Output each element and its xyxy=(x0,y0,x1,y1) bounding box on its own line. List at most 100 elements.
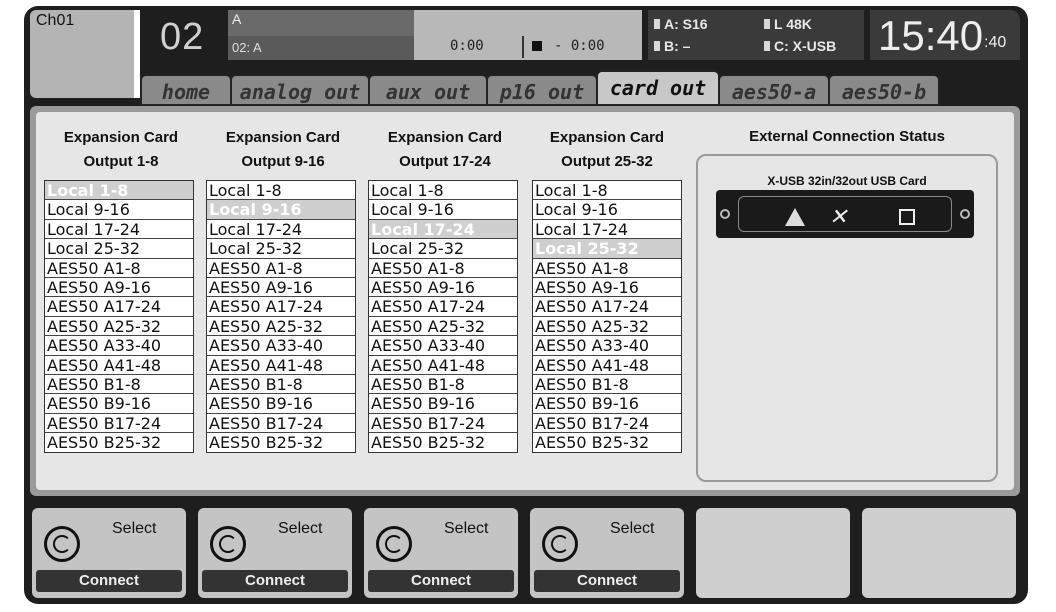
list-item[interactable]: AES50 A41-48 xyxy=(207,356,355,375)
list-item[interactable]: Local 25-32 xyxy=(45,239,193,259)
screw-icon xyxy=(720,209,730,219)
list-item[interactable]: AES50 A33-40 xyxy=(207,336,355,356)
list-item[interactable]: AES50 B9-16 xyxy=(369,394,517,414)
list-item[interactable]: Local 9-16 xyxy=(207,200,355,220)
channel-name-full: 02: A xyxy=(228,36,414,60)
list-item[interactable]: Local 9-16 xyxy=(45,200,193,220)
list-item[interactable]: AES50 B25-32 xyxy=(369,433,517,452)
column-header: Expansion Card Output 25-32 xyxy=(549,129,665,170)
rotary-encoder-icon xyxy=(210,526,246,562)
list-item[interactable]: AES50 A1-8 xyxy=(45,259,193,278)
list-item[interactable]: Local 25-32 xyxy=(369,239,517,259)
list-item[interactable]: Local 25-32 xyxy=(533,239,681,259)
elapsed-time: 0:00 xyxy=(450,38,484,54)
status-c: C: X-USB xyxy=(764,38,836,54)
list-item[interactable]: Local 17-24 xyxy=(369,219,517,240)
list-item[interactable]: AES50 B17-24 xyxy=(45,414,193,434)
list-item[interactable]: AES50 B25-32 xyxy=(207,433,355,452)
select-label: Select xyxy=(278,520,323,537)
list-item[interactable]: AES50 A1-8 xyxy=(533,259,681,278)
encoder-button-4[interactable]: Select Connect xyxy=(530,508,684,598)
list-item[interactable]: AES50 A9-16 xyxy=(207,278,355,298)
screw-icon xyxy=(960,209,970,219)
list-item[interactable]: AES50 A33-40 xyxy=(533,336,681,356)
list-item[interactable]: Local 9-16 xyxy=(369,200,517,220)
channel-name: A xyxy=(228,10,414,36)
list-item[interactable]: Local 17-24 xyxy=(533,220,681,240)
list-item[interactable]: AES50 A1-8 xyxy=(369,259,517,278)
output-list-1-8[interactable]: Local 1-8 Local 9-16 Local 17-24 Local 25-3… xyxy=(44,180,194,454)
list-item[interactable]: AES50 A33-40 xyxy=(369,336,517,356)
list-item[interactable]: AES50 B9-16 xyxy=(207,394,355,414)
tab-aes50-a[interactable]: aes50-a xyxy=(718,74,830,106)
card-name: X-USB 32in/32out USB Card xyxy=(767,174,927,188)
list-item[interactable]: AES50 B17-24 xyxy=(207,414,355,434)
list-item[interactable]: AES50 A25-32 xyxy=(207,317,355,337)
list-item[interactable]: Local 17-24 xyxy=(45,220,193,240)
list-item[interactable]: AES50 B1-8 xyxy=(45,375,193,395)
list-item[interactable]: AES50 A33-40 xyxy=(45,336,193,356)
tab-analog-out[interactable]: analog out xyxy=(230,74,370,106)
list-item[interactable]: AES50 A17-24 xyxy=(45,297,193,317)
transport-divider xyxy=(522,36,524,58)
list-item[interactable]: AES50 A1-8 xyxy=(207,259,355,278)
status-b: B: – xyxy=(654,38,690,54)
list-item[interactable]: AES50 A41-48 xyxy=(45,356,193,375)
output-list-9-16[interactable]: Local 1-8 Local 9-16 Local 17-24 Local 25-3… xyxy=(206,180,356,454)
list-item[interactable]: Local 25-32 xyxy=(207,239,355,259)
list-item[interactable]: AES50 B25-32 xyxy=(533,433,681,452)
transport-display: 0:00 - 0:00 xyxy=(414,10,642,60)
channel-box[interactable]: Ch01 xyxy=(30,10,134,98)
list-item[interactable]: AES50 B9-16 xyxy=(45,394,193,414)
column-header: Expansion Card Output 17-24 xyxy=(387,129,503,170)
output-list-17-24[interactable]: Local 1-8 Local 9-16 Local 17-24 Local 25-3… xyxy=(368,180,518,454)
list-item[interactable]: AES50 A25-32 xyxy=(369,317,517,337)
encoder-button-1[interactable]: Select Connect xyxy=(32,508,186,598)
list-item[interactable]: Local 1-8 xyxy=(45,181,193,201)
tab-aes50-b[interactable]: aes50-b xyxy=(828,74,940,106)
list-item[interactable]: AES50 A17-24 xyxy=(533,297,681,317)
list-item[interactable]: AES50 B1-8 xyxy=(533,375,681,395)
list-item[interactable]: AES50 A25-32 xyxy=(45,317,193,337)
list-item[interactable]: Local 1-8 xyxy=(207,181,355,201)
connect-button[interactable]: Connect xyxy=(36,570,182,592)
list-item[interactable]: Local 17-24 xyxy=(207,220,355,240)
tab-card-out[interactable]: card out xyxy=(596,70,720,106)
list-item[interactable]: AES50 A25-32 xyxy=(533,317,681,337)
list-item[interactable]: AES50 B9-16 xyxy=(533,394,681,414)
rotary-encoder-icon xyxy=(376,526,412,562)
encoder-button-5[interactable] xyxy=(696,508,850,598)
list-item[interactable]: AES50 B17-24 xyxy=(533,414,681,434)
list-item[interactable]: AES50 A41-48 xyxy=(369,356,517,375)
tab-home[interactable]: home xyxy=(140,74,232,106)
connect-button[interactable]: Connect xyxy=(202,570,348,592)
list-item[interactable]: AES50 A9-16 xyxy=(369,278,517,298)
connect-button[interactable]: Connect xyxy=(534,570,680,592)
indicator-icon xyxy=(654,19,660,29)
connect-button[interactable]: Connect xyxy=(368,570,514,592)
list-item[interactable]: Local 1-8 xyxy=(369,181,517,201)
list-item[interactable]: AES50 A41-48 xyxy=(533,356,681,375)
clock-seconds: :40 xyxy=(984,34,1007,51)
tab-aux-out[interactable]: aux out xyxy=(368,74,488,106)
clock: 15:40 :40 xyxy=(870,10,1020,60)
list-item[interactable]: AES50 A9-16 xyxy=(45,278,193,298)
rotary-encoder-icon xyxy=(44,526,80,562)
select-label: Select xyxy=(112,520,157,537)
list-item[interactable]: AES50 B1-8 xyxy=(207,375,355,395)
list-item[interactable]: Local 1-8 xyxy=(533,181,681,201)
encoder-button-6[interactable] xyxy=(862,508,1016,598)
list-item[interactable]: Local 9-16 xyxy=(533,200,681,220)
column-header: Expansion Card Output 9-16 xyxy=(225,129,341,170)
list-item[interactable]: AES50 A17-24 xyxy=(207,297,355,317)
output-list-25-32[interactable]: Local 1-8 Local 9-16 Local 17-24 Local 25-3… xyxy=(532,180,682,454)
column-header: Expansion Card Output 1-8 xyxy=(63,129,179,170)
list-item[interactable]: AES50 A9-16 xyxy=(533,278,681,298)
list-item[interactable]: AES50 A17-24 xyxy=(369,297,517,317)
tab-p16-out[interactable]: p16 out xyxy=(486,74,598,106)
encoder-button-2[interactable]: Select Connect xyxy=(198,508,352,598)
encoder-button-3[interactable]: Select Connect xyxy=(364,508,518,598)
list-item[interactable]: AES50 B17-24 xyxy=(369,414,517,434)
list-item[interactable]: AES50 B25-32 xyxy=(45,433,193,452)
list-item[interactable]: AES50 B1-8 xyxy=(369,375,517,395)
